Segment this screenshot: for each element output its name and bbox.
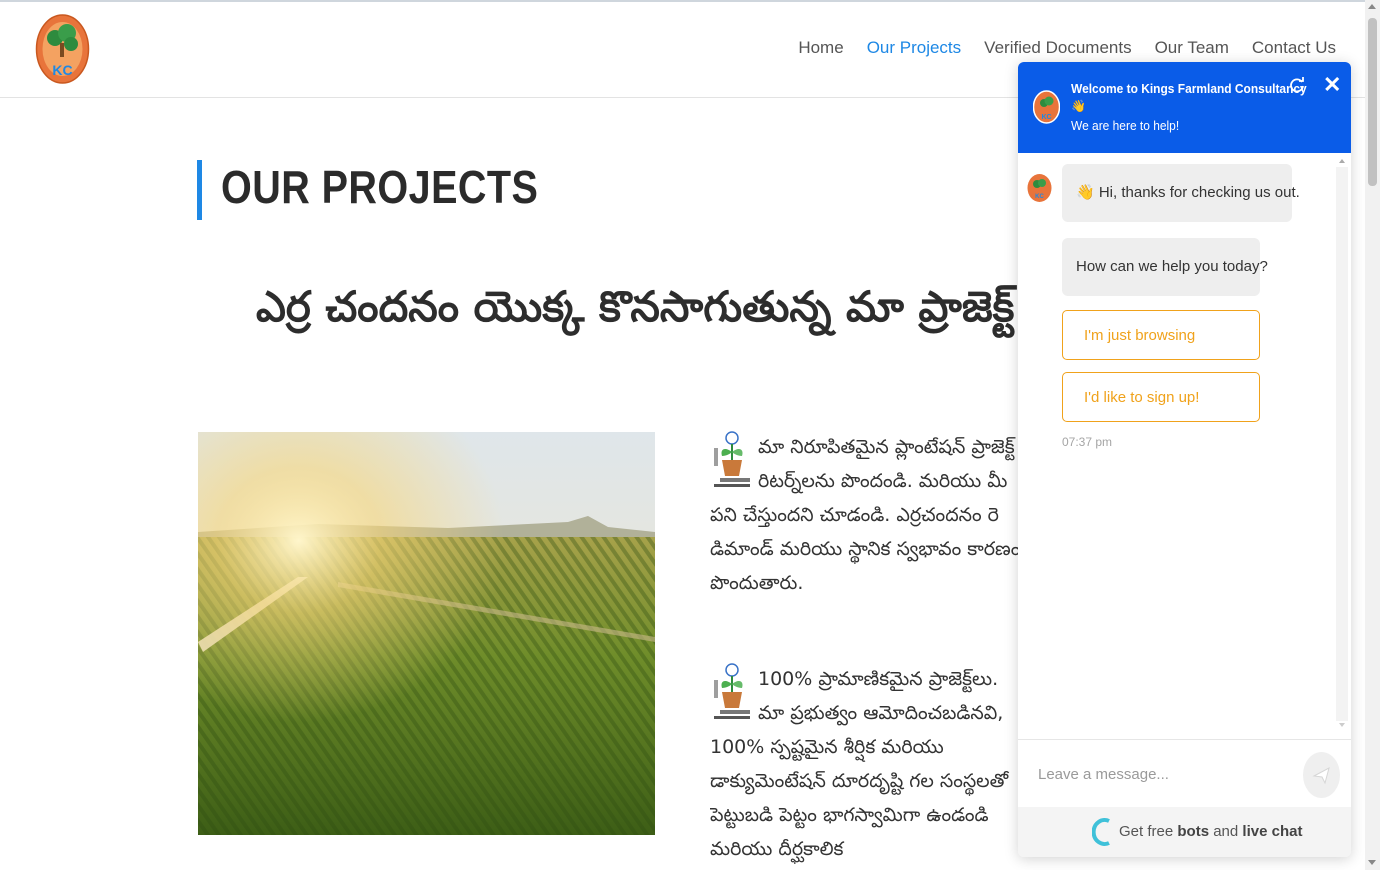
bot-avatar: KC <box>1027 174 1052 202</box>
chat-welcome-text: Welcome to Kings Farmland Consultancy <box>1071 81 1307 96</box>
chat-widget: KC Welcome to Kings Farmland Consultancy… <box>1018 62 1351 857</box>
refresh-icon[interactable] <box>1288 76 1306 94</box>
nav-our-team[interactable]: Our Team <box>1155 38 1229 58</box>
nav-our-projects[interactable]: Our Projects <box>867 38 961 58</box>
chat-header: KC Welcome to Kings Farmland Consultancy… <box>1018 62 1351 153</box>
telugu-heading: ఎర్ర చందనం యొక్క కొనసాగుతున్న మా ప్రాజెక… <box>256 282 1015 331</box>
nav-home[interactable]: Home <box>798 38 843 58</box>
title-accent-bar <box>197 160 202 220</box>
bot-message: 👋 Hi, thanks for checking us out. <box>1062 164 1300 222</box>
scrollbar-thumb[interactable] <box>1368 18 1377 186</box>
plant-growth-icon <box>714 431 750 487</box>
svg-text:KC: KC <box>1041 114 1051 121</box>
wave-emoji: 👋 <box>1071 99 1086 113</box>
paragraph-1: మా నిరూపితమైన ప్లాంటేషన్ ప్రాజెక్ట్ రిటర… <box>710 430 1022 630</box>
paragraph-2: 100% ప్రామాణికమైన ప్రాజెక్ట్‌లు. మా ప్రభ… <box>710 662 1022 870</box>
scroll-down-arrow-icon[interactable] <box>1368 860 1376 865</box>
footer-promo-link[interactable]: Get free bots and live chat <box>1119 823 1302 840</box>
chat-avatar: KC <box>1033 90 1060 124</box>
option-sign-up-button[interactable]: I'd like to sign up! <box>1062 372 1260 422</box>
bot-message: How can we help you today? <box>1062 238 1268 296</box>
nav-contact-us[interactable]: Contact Us <box>1252 38 1336 58</box>
option-just-browsing-button[interactable]: I'm just browsing <box>1062 310 1260 360</box>
close-icon[interactable]: ✕ <box>1323 74 1341 96</box>
message-timestamp: 07:37 pm <box>1062 435 1113 449</box>
nav-verified-documents[interactable]: Verified Documents <box>984 38 1131 58</box>
plantation-image <box>198 432 655 835</box>
chatra-logo-icon[interactable] <box>1092 817 1114 847</box>
main-nav: Home Our Projects Verified Documents Our… <box>798 38 1336 58</box>
svg-text:KC: KC <box>52 62 72 78</box>
chat-input-area <box>1018 739 1351 807</box>
chat-messages: KC 👋 Hi, thanks for checking us out. How… <box>1018 153 1351 739</box>
plant-growth-icon <box>714 663 750 719</box>
chat-footer: Get free bots and live chat <box>1018 807 1351 857</box>
scroll-up-arrow-icon[interactable] <box>1368 4 1376 9</box>
message-input[interactable] <box>1038 762 1298 786</box>
chat-subtitle: We are here to help! <box>1071 118 1180 133</box>
svg-text:KC: KC <box>1035 194 1044 200</box>
send-icon[interactable] <box>1303 752 1340 798</box>
kc-logo[interactable]: KC <box>35 13 90 85</box>
page-title: OUR PROJECTS <box>221 161 539 213</box>
chat-scrollbar[interactable] <box>1336 153 1348 733</box>
